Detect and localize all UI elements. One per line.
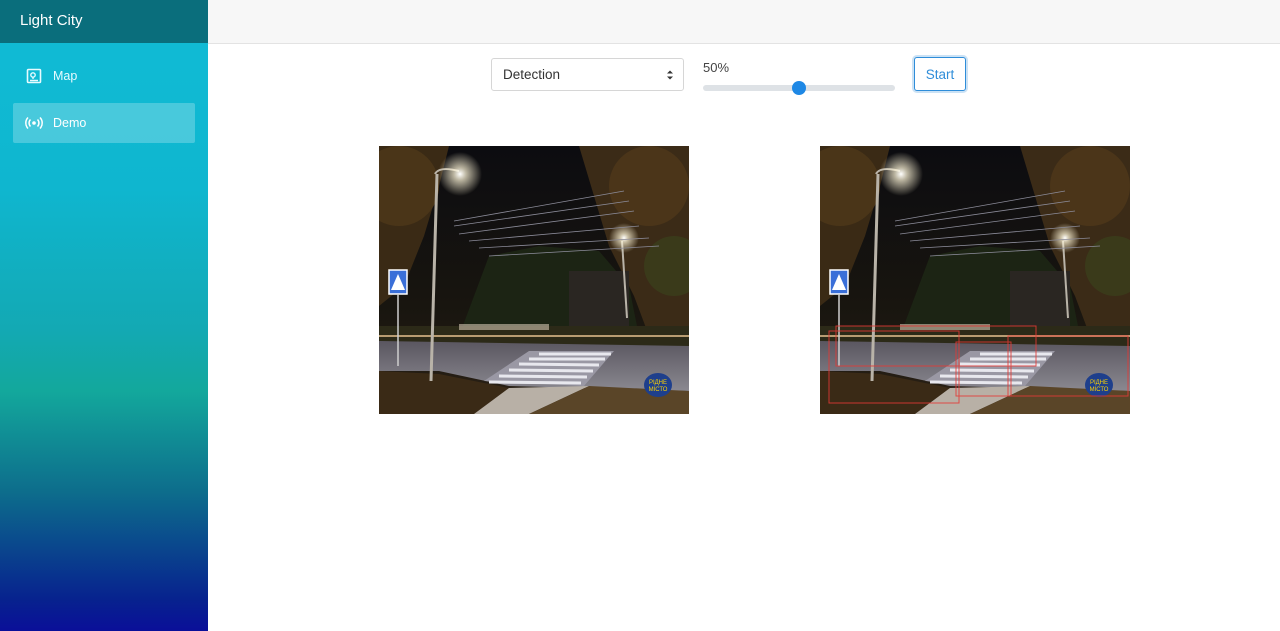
source-image: РІДНЕ МІСТО (379, 146, 689, 414)
app-title: Light City (0, 0, 208, 43)
mode-select-value: Detection (503, 67, 561, 82)
map-icon (25, 67, 43, 85)
select-caret-icon (667, 70, 673, 80)
sidebar-item-label: Map (53, 69, 78, 83)
threshold-label: 50% (703, 60, 730, 75)
sidebar-item-label: Demo (53, 116, 87, 130)
threshold-slider[interactable] (703, 81, 895, 95)
sidebar-item-demo[interactable]: Demo (13, 103, 195, 143)
watermark-line-2: МІСТО (649, 387, 668, 393)
image-comparison: РІДНЕ МІСТО РІДНЕ МІСТО (208, 114, 1280, 631)
watermark-line-1: РІДНЕ (1090, 380, 1108, 386)
app-root: Light City Map Demo Detection 50% Start … (0, 0, 1280, 631)
watermark-line-2: МІСТО (1090, 387, 1109, 393)
watermark-line-1: РІДНЕ (649, 380, 667, 386)
top-bar (208, 0, 1280, 44)
sidebar-nav: Map Demo (0, 43, 208, 143)
sidebar-item-map[interactable]: Map (13, 56, 195, 96)
threshold-slider-thumb[interactable] (792, 81, 806, 95)
broadcast-icon (25, 114, 43, 132)
start-button[interactable]: Start (914, 57, 966, 91)
control-panel: Detection 50% Start (208, 44, 1280, 114)
mode-select[interactable]: Detection (491, 58, 684, 91)
sidebar: Light City Map Demo (0, 0, 208, 631)
threshold-control: 50% (703, 60, 896, 95)
detection-image: РІДНЕ МІСТО (820, 146, 1130, 414)
